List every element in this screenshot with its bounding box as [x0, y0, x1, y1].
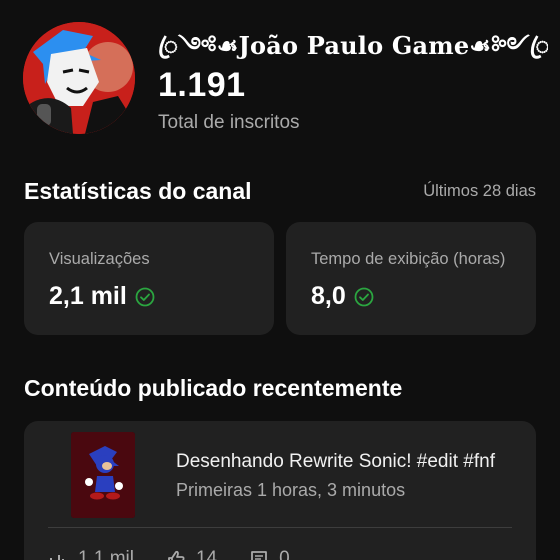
likes-count: 14 — [195, 548, 218, 560]
views-card[interactable]: Visualizações 2,1 mil — [24, 222, 274, 335]
watch-time-value: 8,0 — [311, 282, 346, 310]
subscriber-count: 1.191 — [158, 66, 246, 104]
views-value-row: 2,1 mil — [49, 282, 155, 311]
views-metric: 1,1 mil — [48, 548, 134, 560]
watch-time-value-row: 8,0 — [311, 282, 374, 311]
comment-icon — [251, 551, 268, 560]
check-circle-icon — [354, 287, 374, 306]
views-label: Visualizações — [49, 250, 150, 268]
divider — [48, 527, 512, 528]
views-icon — [50, 555, 64, 560]
stats-section-title: Estatísticas do canal — [24, 178, 252, 204]
stats-period[interactable]: Últimos 28 dias — [423, 182, 536, 201]
recent-video-card[interactable]: Desenhando Rewrite Sonic! #edit #fnf Pri… — [24, 421, 536, 560]
more-icon[interactable] — [490, 551, 512, 560]
likes-metric: 14 — [166, 548, 217, 560]
video-meta: Primeiras 1 horas, 3 minutos — [176, 480, 406, 500]
comments-count: 0 — [279, 548, 290, 560]
thumbnail-image — [71, 432, 135, 518]
views-value: 2,1 mil — [49, 282, 127, 310]
video-metrics: 1,1 mil 14 0 — [48, 548, 322, 560]
watch-time-card[interactable]: Tempo de exibição (horas) 8,0 — [286, 222, 536, 335]
subscriber-label: Total de inscritos — [158, 112, 300, 133]
views-count: 1,1 mil — [78, 548, 134, 560]
recent-section-title: Conteúdo publicado recentemente — [24, 375, 403, 401]
comments-metric: 0 — [249, 548, 290, 560]
channel-avatar[interactable] — [23, 22, 135, 134]
like-icon — [168, 550, 185, 560]
check-circle-icon — [135, 287, 155, 306]
avatar-image — [23, 22, 135, 134]
watch-time-label: Tempo de exibição (horas) — [311, 250, 506, 268]
video-title[interactable]: Desenhando Rewrite Sonic! #edit #fnf — [176, 451, 516, 473]
video-thumbnail[interactable] — [71, 432, 135, 518]
